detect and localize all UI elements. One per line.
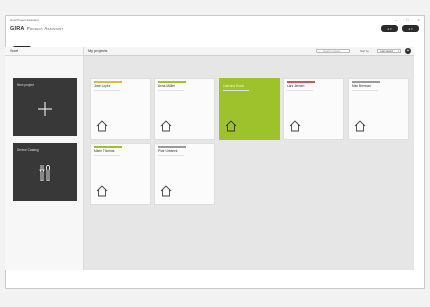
tools-icon xyxy=(39,165,51,181)
project-status-bar xyxy=(223,81,251,83)
new-project-tile[interactable]: New project xyxy=(13,78,77,136)
project-divider xyxy=(158,90,184,91)
house-icon xyxy=(289,120,301,132)
device-catalog-tile[interactable]: Device Catalog xyxy=(13,143,77,201)
project-card[interactable]: Anna Müller xyxy=(154,78,215,140)
project-name: Marie Thomas xyxy=(94,149,115,153)
title-bar: Gira Project Assistant – □ × xyxy=(6,16,424,24)
minimize-button[interactable]: – xyxy=(394,18,399,22)
project-name: Max Brennan xyxy=(352,84,371,88)
search-placeholder: Search projects xyxy=(323,49,341,53)
brand-logo: GIRA xyxy=(10,26,25,32)
sort-value: Last saved xyxy=(380,49,393,53)
project-status-bar xyxy=(94,81,122,83)
device-catalog-label: Device Catalog xyxy=(17,148,39,152)
maximize-button[interactable]: □ xyxy=(405,18,410,22)
project-divider xyxy=(352,90,378,91)
project-divider xyxy=(287,90,313,91)
project-divider xyxy=(94,90,120,91)
brand-row: GIRA Project Assistant ● ▾ ● ▾ xyxy=(6,25,424,35)
project-name: Caterina Rossi xyxy=(223,84,244,88)
project-divider xyxy=(223,90,249,91)
projects-header: My projects ⌕ Search projects Sort by La… xyxy=(84,47,414,56)
brand-product: Project Assistant xyxy=(26,26,64,31)
close-button[interactable]: × xyxy=(416,18,421,22)
project-name: Lars Jensen xyxy=(287,84,305,88)
house-icon xyxy=(225,120,237,132)
project-name: Anna Müller xyxy=(158,84,176,88)
house-icon xyxy=(354,120,366,132)
project-card[interactable]: Jose Lopez xyxy=(90,78,151,140)
project-divider xyxy=(158,155,184,156)
plus-icon xyxy=(38,102,52,116)
search-icon: ⌕ xyxy=(318,49,320,54)
start-panel: Start New project Device Catalog xyxy=(5,47,84,270)
account-button[interactable]: ● ▾ xyxy=(381,25,398,32)
help-button[interactable]: ● ▾ xyxy=(402,25,419,32)
window-title: Gira Project Assistant xyxy=(10,18,39,22)
project-status-bar xyxy=(287,81,315,83)
house-icon xyxy=(96,120,108,132)
search-input[interactable]: ⌕ Search projects xyxy=(316,48,350,54)
project-card[interactable]: Piotr Urbanek xyxy=(154,143,215,205)
chevron-down-icon: ▾ xyxy=(397,49,399,53)
project-card[interactable]: Max Brennan xyxy=(348,78,409,140)
projects-title: My projects xyxy=(88,49,108,53)
sort-select[interactable]: Last saved ▾ xyxy=(377,48,401,53)
house-icon xyxy=(96,185,108,197)
sort-label: Sort by xyxy=(360,49,369,53)
start-panel-header: Start xyxy=(5,47,83,56)
app-brand: GIRA Project Assistant xyxy=(10,26,64,32)
project-status-bar xyxy=(94,146,122,148)
project-card[interactable]: Marie Thomas xyxy=(90,143,151,205)
house-icon xyxy=(160,120,172,132)
project-card[interactable]: Caterina Rossi xyxy=(219,78,280,140)
add-project-button[interactable]: + xyxy=(405,48,411,54)
top-toolbar: ● ▾ ● ▾ xyxy=(381,25,419,32)
window-controls: – □ × xyxy=(394,16,421,24)
project-status-bar xyxy=(352,81,380,83)
project-divider xyxy=(94,155,120,156)
project-card[interactable]: Lars Jensen xyxy=(283,78,344,140)
house-icon xyxy=(160,185,172,197)
project-status-bar xyxy=(158,81,186,83)
new-project-label: New project xyxy=(17,83,34,87)
project-status-bar xyxy=(158,146,186,148)
project-name: Piotr Urbanek xyxy=(158,149,178,153)
project-name: Jose Lopez xyxy=(94,84,111,88)
projects-panel: My projects ⌕ Search projects Sort by La… xyxy=(84,47,414,270)
